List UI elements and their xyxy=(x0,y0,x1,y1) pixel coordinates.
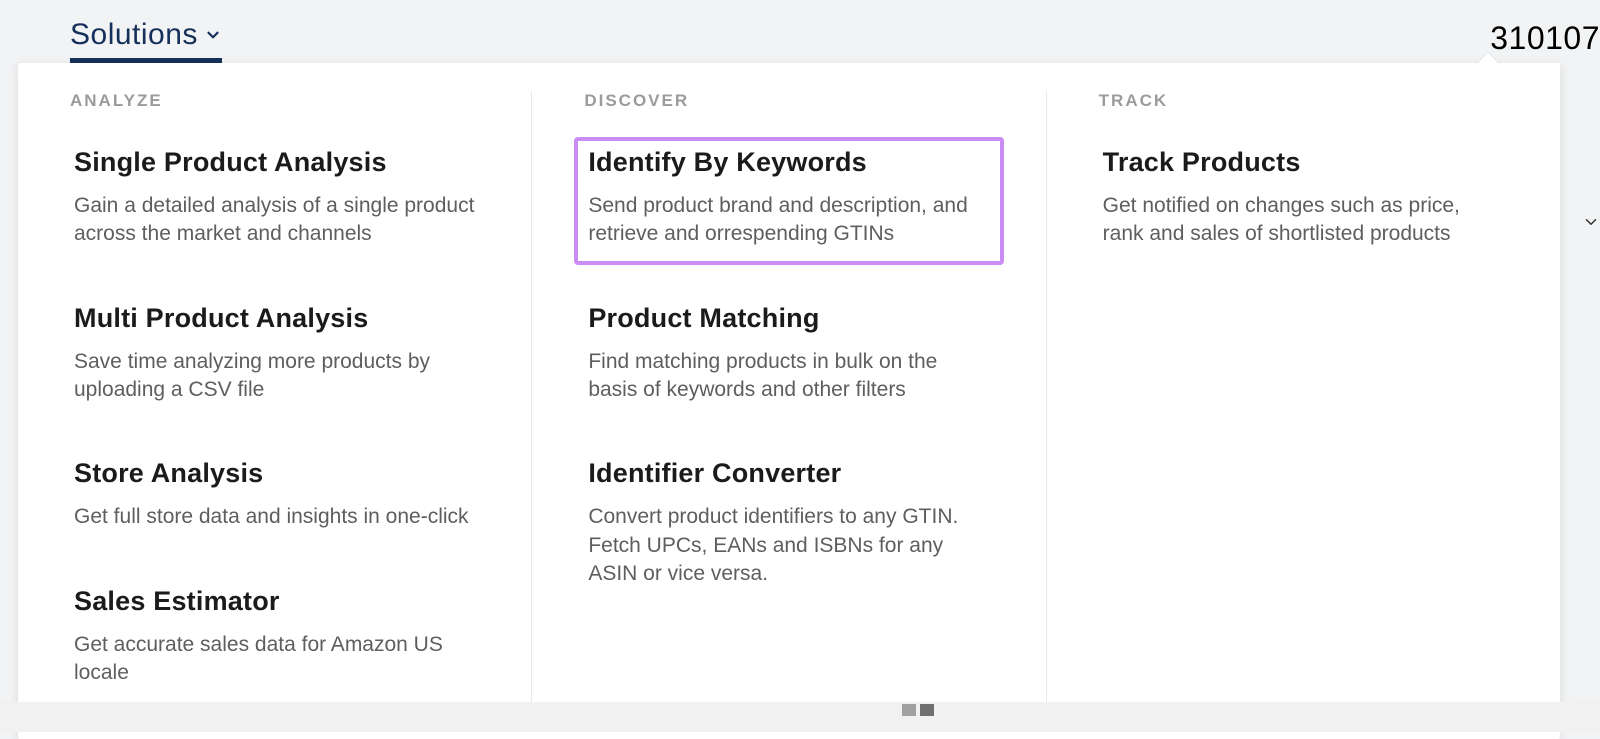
menu-item-desc: Send product brand and description, and … xyxy=(588,192,989,249)
menu-item-title: Single Product Analysis xyxy=(74,147,475,178)
menu-column-discover: DISCOVER Identify By Keywords Send product… xyxy=(531,91,1045,703)
side-chevron-icon xyxy=(1582,210,1600,239)
column-header: DISCOVER xyxy=(584,91,993,111)
page-number: 310107 xyxy=(1490,20,1600,57)
column-header: TRACK xyxy=(1099,91,1508,111)
menu-item-title: Sales Estimator xyxy=(74,586,475,617)
bottom-bar-nub xyxy=(920,704,934,716)
menu-column-analyze: ANALYZE Single Product Analysis Gain a det… xyxy=(18,91,531,703)
menu-item-desc: Convert product identifiers to any GTIN.… xyxy=(588,503,989,588)
menu-item-desc: Save time analyzing more products by upl… xyxy=(74,348,475,405)
menu-item-desc: Get full store data and insights in one-… xyxy=(74,503,475,531)
bottom-bar xyxy=(0,702,1600,732)
menu-item-store-analysis[interactable]: Store Analysis Get full store data and in… xyxy=(60,448,489,547)
menu-item-identify-by-keywords[interactable]: Identify By Keywords Send product brand a… xyxy=(574,137,1003,265)
column-header: ANALYZE xyxy=(70,91,479,111)
menu-item-title: Identifier Converter xyxy=(588,458,989,489)
solutions-tab[interactable]: Solutions xyxy=(70,18,222,63)
menu-item-multi-product-analysis[interactable]: Multi Product Analysis Save time analyzin… xyxy=(60,293,489,421)
menu-item-title: Multi Product Analysis xyxy=(74,303,475,334)
menu-item-desc: Find matching products in bulk on the ba… xyxy=(588,348,989,405)
menu-item-product-matching[interactable]: Product Matching Find matching products i… xyxy=(574,293,1003,421)
menu-item-track-products[interactable]: Track Products Get notified on changes su… xyxy=(1089,137,1518,265)
chevron-down-icon xyxy=(204,26,222,44)
menu-item-desc: Get accurate sales data for Amazon US lo… xyxy=(74,631,475,688)
bottom-bar-nub xyxy=(902,704,916,716)
menu-item-sales-estimator[interactable]: Sales Estimator Get accurate sales data f… xyxy=(60,576,489,704)
menu-column-track: TRACK Track Products Get notified on chang… xyxy=(1046,91,1560,703)
menu-item-desc: Gain a detailed analysis of a single pro… xyxy=(74,192,475,249)
menu-item-single-product-analysis[interactable]: Single Product Analysis Gain a detailed a… xyxy=(60,137,489,265)
menu-item-title: Store Analysis xyxy=(74,458,475,489)
menu-item-title: Track Products xyxy=(1103,147,1504,178)
solutions-tab-label: Solutions xyxy=(70,18,198,52)
menu-item-desc: Get notified on changes such as price, r… xyxy=(1103,192,1504,249)
solutions-dropdown-panel: ANALYZE Single Product Analysis Gain a det… xyxy=(18,63,1560,739)
menu-item-title: Identify By Keywords xyxy=(588,147,989,178)
menu-item-title: Product Matching xyxy=(588,303,989,334)
menu-item-identifier-converter[interactable]: Identifier Converter Convert product iden… xyxy=(574,448,1003,604)
